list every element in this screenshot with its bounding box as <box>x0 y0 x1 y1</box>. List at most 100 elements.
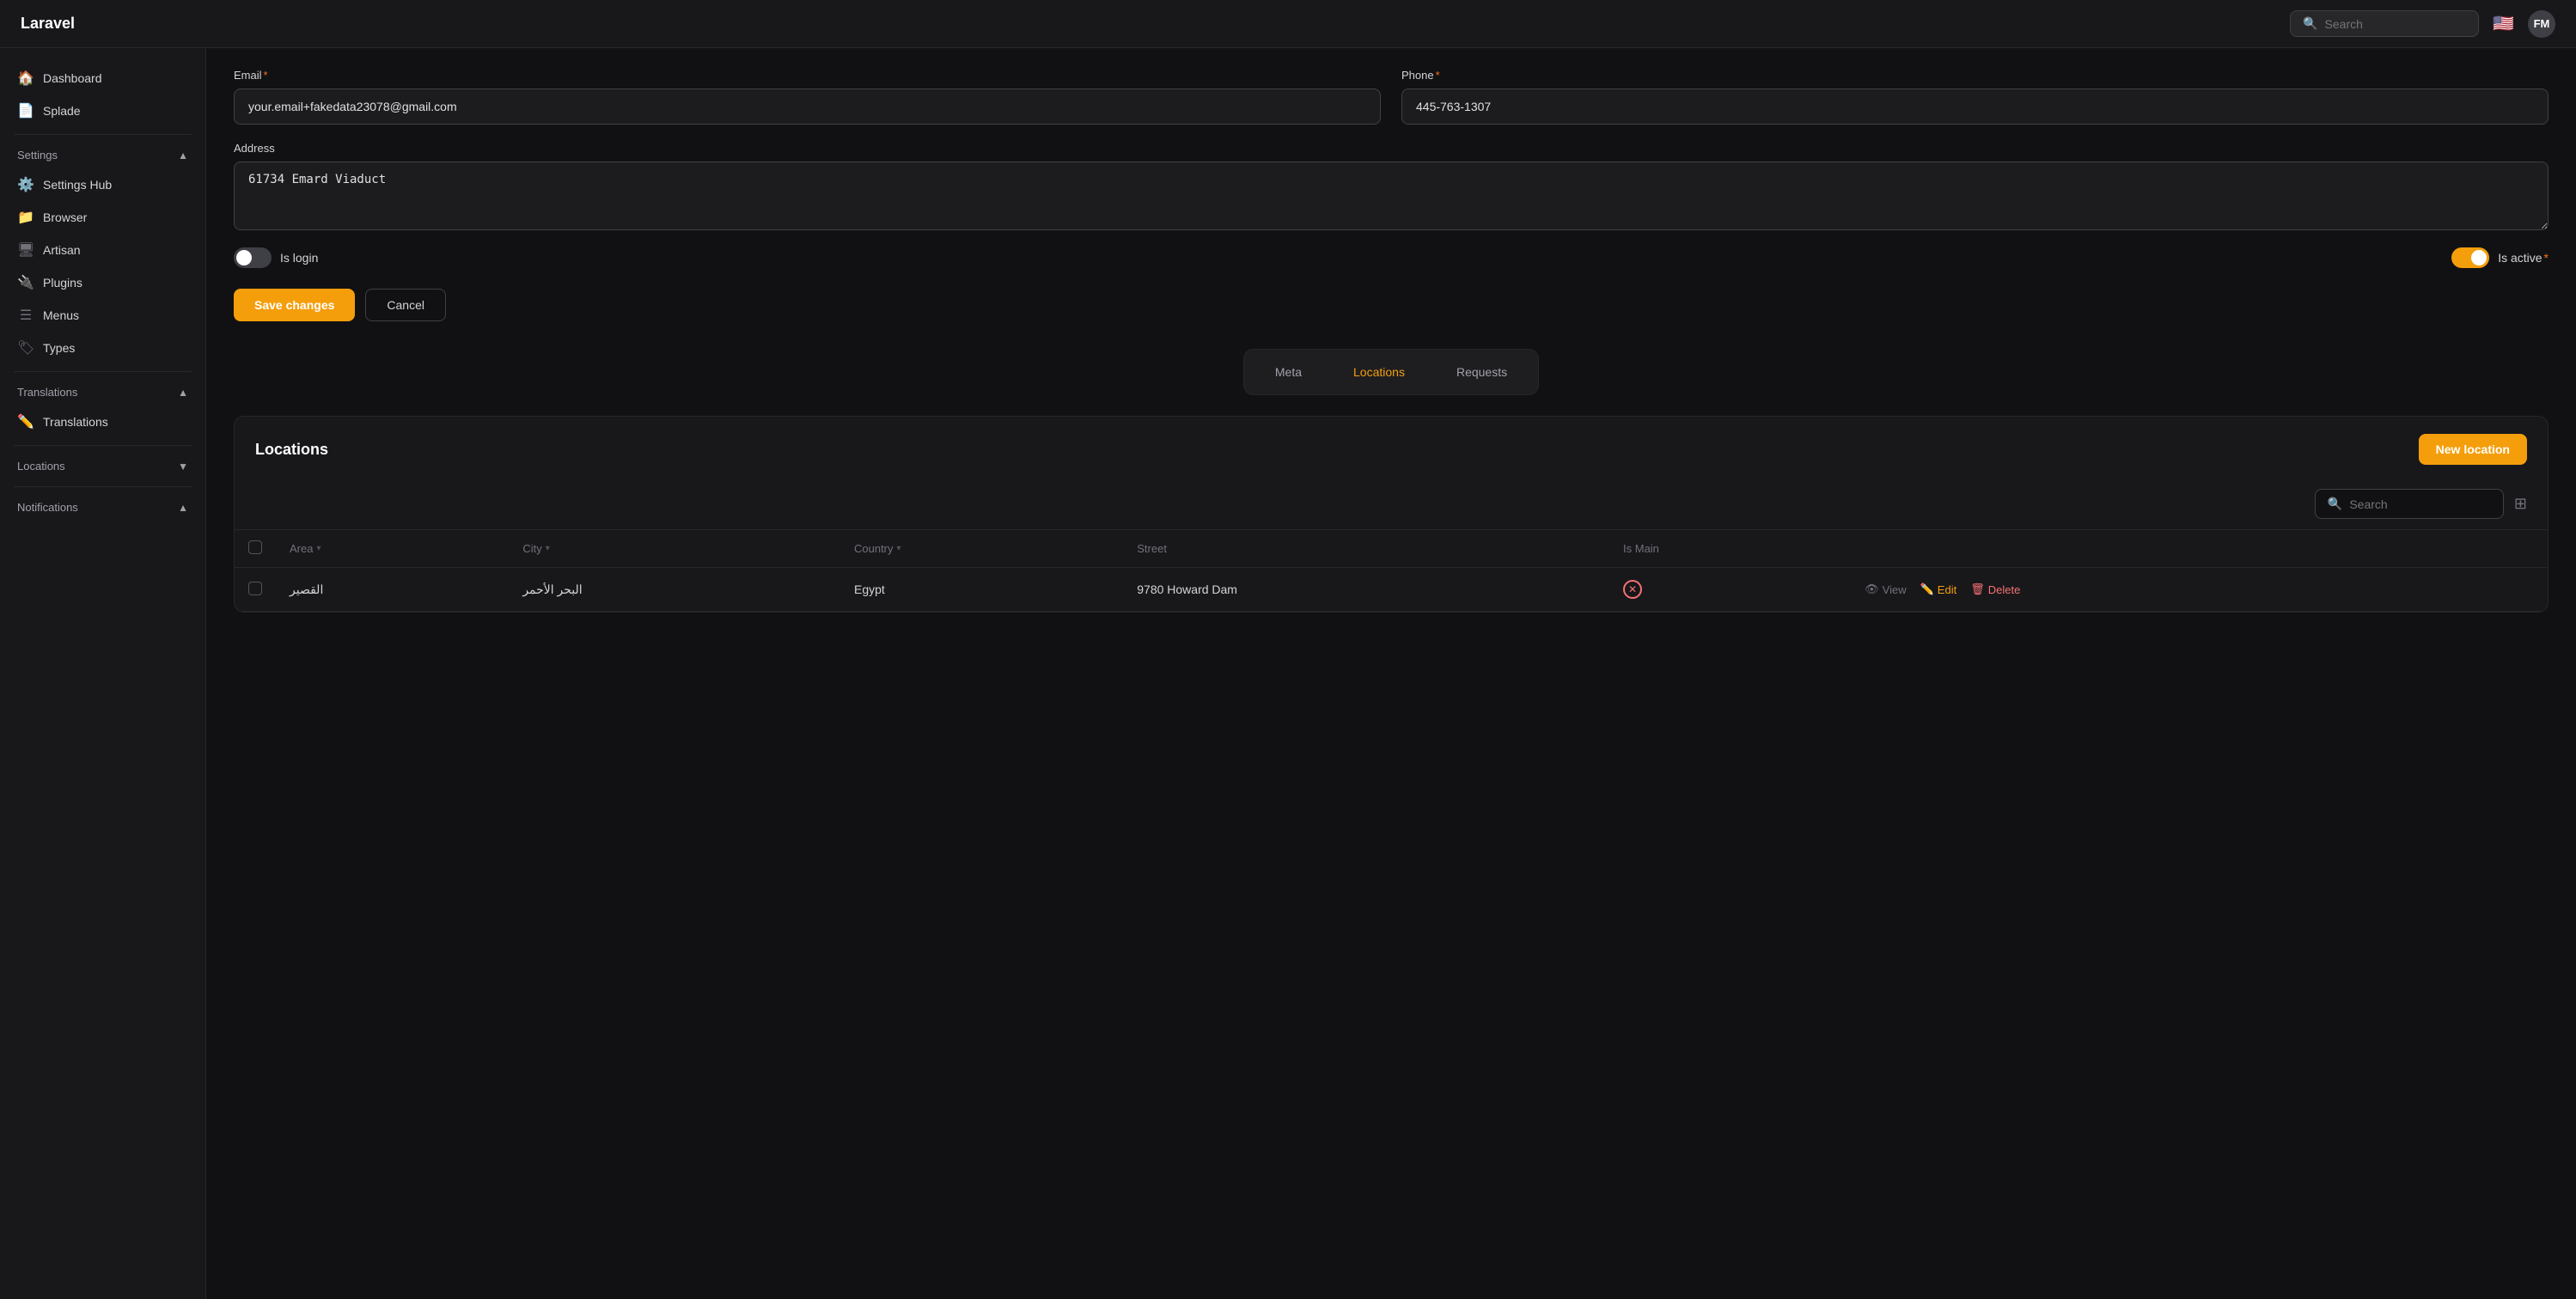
terminal-icon: 🖥 <box>17 241 34 259</box>
notifications-section-label: Notifications <box>17 501 78 514</box>
sidebar-settings-section: Settings ▲ ⚙️ Settings Hub 📁 Browser 🖥 A… <box>0 142 205 364</box>
phone-required-star: * <box>1436 69 1440 82</box>
sidebar-item-dashboard[interactable]: 🏠 Dashboard <box>0 62 205 95</box>
view-icon: 👁 <box>1865 582 1879 596</box>
email-required-star: * <box>264 69 268 82</box>
locations-title: Locations <box>255 441 328 459</box>
row-checkbox[interactable] <box>248 582 262 595</box>
th-area: Area ▾ <box>276 530 509 568</box>
phone-input[interactable] <box>1401 88 2549 125</box>
locations-card: Locations New location 🔍 ⊞ <box>234 416 2549 613</box>
tag-icon: 🏷 <box>17 339 34 357</box>
translations-section-header[interactable]: Translations ▲ <box>0 379 205 406</box>
sidebar-item-menus[interactable]: ☰ Menus <box>0 299 205 332</box>
is-active-toggle-group: Is active* <box>2451 247 2549 268</box>
table-header-row: Area ▾ City ▾ <box>235 530 2548 568</box>
topnav: Laravel 🔍 🇺🇸 FM <box>0 0 2576 48</box>
notifications-section-header[interactable]: Notifications ▲ <box>0 494 205 521</box>
is-login-thumb <box>236 250 252 265</box>
main-content: Email* Phone* Address 61734 Emard Viaduc… <box>206 48 2576 1299</box>
global-search-input[interactable] <box>2325 17 2467 31</box>
toggle-row: Is login Is active* <box>234 247 2549 268</box>
edit-icon: ✏️ <box>1920 582 1934 596</box>
tab-requests[interactable]: Requests <box>1432 357 1531 387</box>
topnav-right: 🔍 🇺🇸 FM <box>2290 10 2555 38</box>
search-icon: 🔍 <box>2303 16 2317 31</box>
email-label: Email* <box>234 69 1381 82</box>
sidebar-item-menus-label: Menus <box>43 308 79 322</box>
is-active-label: Is active* <box>2498 251 2549 265</box>
locations-search-bar[interactable]: 🔍 <box>2315 489 2504 519</box>
plugin-icon: 🔌 <box>17 274 34 291</box>
th-street: Street <box>1123 530 1609 568</box>
tab-locations[interactable]: Locations <box>1329 357 1429 387</box>
view-action[interactable]: 👁 View <box>1865 582 1906 596</box>
locations-search-input[interactable] <box>2349 497 2491 511</box>
is-login-toggle-group: Is login <box>234 247 318 268</box>
edit-action[interactable]: ✏️ Edit <box>1920 582 1957 596</box>
is-login-toggle[interactable] <box>234 247 272 268</box>
grid-view-icon[interactable]: ⊞ <box>2514 495 2527 513</box>
sidebar-item-settings-hub[interactable]: ⚙️ Settings Hub <box>0 168 205 201</box>
gear-icon: ⚙️ <box>17 176 34 193</box>
chevron-up-icon-notifications: ▲ <box>178 502 188 514</box>
is-active-toggle[interactable] <box>2451 247 2489 268</box>
sort-icon-city: ▾ <box>546 544 550 553</box>
email-input[interactable] <box>234 88 1381 125</box>
address-group: Address 61734 Emard Viaduct <box>234 142 2549 230</box>
is-main-false-icon: ✕ <box>1623 580 1642 599</box>
trash-icon: 🗑 <box>1970 582 1985 596</box>
table-row: القصير البحر الأحمر Egypt 9780 Howard Da… <box>235 568 2548 612</box>
address-input[interactable]: 61734 Emard Viaduct <box>234 162 2549 230</box>
sidebar: 🏠 Dashboard 📄 Splade Settings ▲ ⚙️ Setti… <box>0 48 206 1299</box>
sidebar-main-section: 🏠 Dashboard 📄 Splade <box>0 62 205 127</box>
sidebar-item-types-label: Types <box>43 341 75 355</box>
user-avatar[interactable]: FM <box>2528 10 2555 38</box>
locations-section-header[interactable]: Locations ▼ <box>0 453 205 479</box>
settings-section-label: Settings <box>17 149 58 162</box>
sidebar-locations-section: Locations ▼ <box>0 453 205 479</box>
edit-label: Edit <box>1938 583 1956 596</box>
sidebar-notifications-section: Notifications ▲ <box>0 494 205 521</box>
translations-section-label: Translations <box>17 386 77 399</box>
menu-icon: ☰ <box>17 307 34 324</box>
sidebar-item-artisan[interactable]: 🖥 Artisan <box>0 234 205 266</box>
td-is-main: ✕ <box>1609 568 1851 612</box>
th-city-sort[interactable]: City ▾ <box>522 542 827 555</box>
tabs-container: Meta Locations Requests <box>1243 349 1539 395</box>
sidebar-item-plugins[interactable]: 🔌 Plugins <box>0 266 205 299</box>
locations-section-label: Locations <box>17 460 65 473</box>
th-area-sort[interactable]: Area ▾ <box>290 542 495 555</box>
row-actions: 👁 View ✏️ Edit 🗑 <box>1865 582 2534 596</box>
sidebar-item-translations-label: Translations <box>43 415 108 429</box>
folder-icon: 📁 <box>17 209 34 226</box>
sidebar-item-types[interactable]: 🏷 Types <box>0 332 205 364</box>
chevron-up-icon: ▲ <box>178 149 188 162</box>
tab-meta[interactable]: Meta <box>1251 357 1326 387</box>
home-icon: 🏠 <box>17 70 34 87</box>
th-country-sort[interactable]: Country ▾ <box>854 542 1109 555</box>
sidebar-item-settings-hub-label: Settings Hub <box>43 178 112 192</box>
sidebar-item-browser[interactable]: 📁 Browser <box>0 201 205 234</box>
settings-section-header[interactable]: Settings ▲ <box>0 142 205 168</box>
locations-table: Area ▾ City ▾ <box>235 529 2548 612</box>
edit-icon: ✏️ <box>17 413 34 430</box>
th-is-main: Is Main <box>1609 530 1851 568</box>
form-actions: Save changes Cancel <box>234 289 2549 321</box>
sidebar-item-browser-label: Browser <box>43 210 87 224</box>
phone-group: Phone* <box>1401 69 2549 125</box>
chevron-up-icon-translations: ▲ <box>178 387 188 399</box>
cancel-button[interactable]: Cancel <box>365 289 446 321</box>
is-login-label: Is login <box>280 251 318 265</box>
save-button[interactable]: Save changes <box>234 289 355 321</box>
global-search-bar[interactable]: 🔍 <box>2290 10 2479 37</box>
tabs-wrapper: Meta Locations Requests <box>234 349 2549 395</box>
new-location-button[interactable]: New location <box>2419 434 2527 465</box>
sidebar-item-splade[interactable]: 📄 Splade <box>0 95 205 127</box>
delete-action[interactable]: 🗑 Delete <box>1970 582 2020 596</box>
td-street: 9780 Howard Dam <box>1123 568 1609 612</box>
flag-icon: 🇺🇸 <box>2493 13 2514 34</box>
sidebar-item-translations[interactable]: ✏️ Translations <box>0 406 205 438</box>
is-active-required-star: * <box>2544 251 2549 265</box>
select-all-checkbox[interactable] <box>248 540 262 554</box>
